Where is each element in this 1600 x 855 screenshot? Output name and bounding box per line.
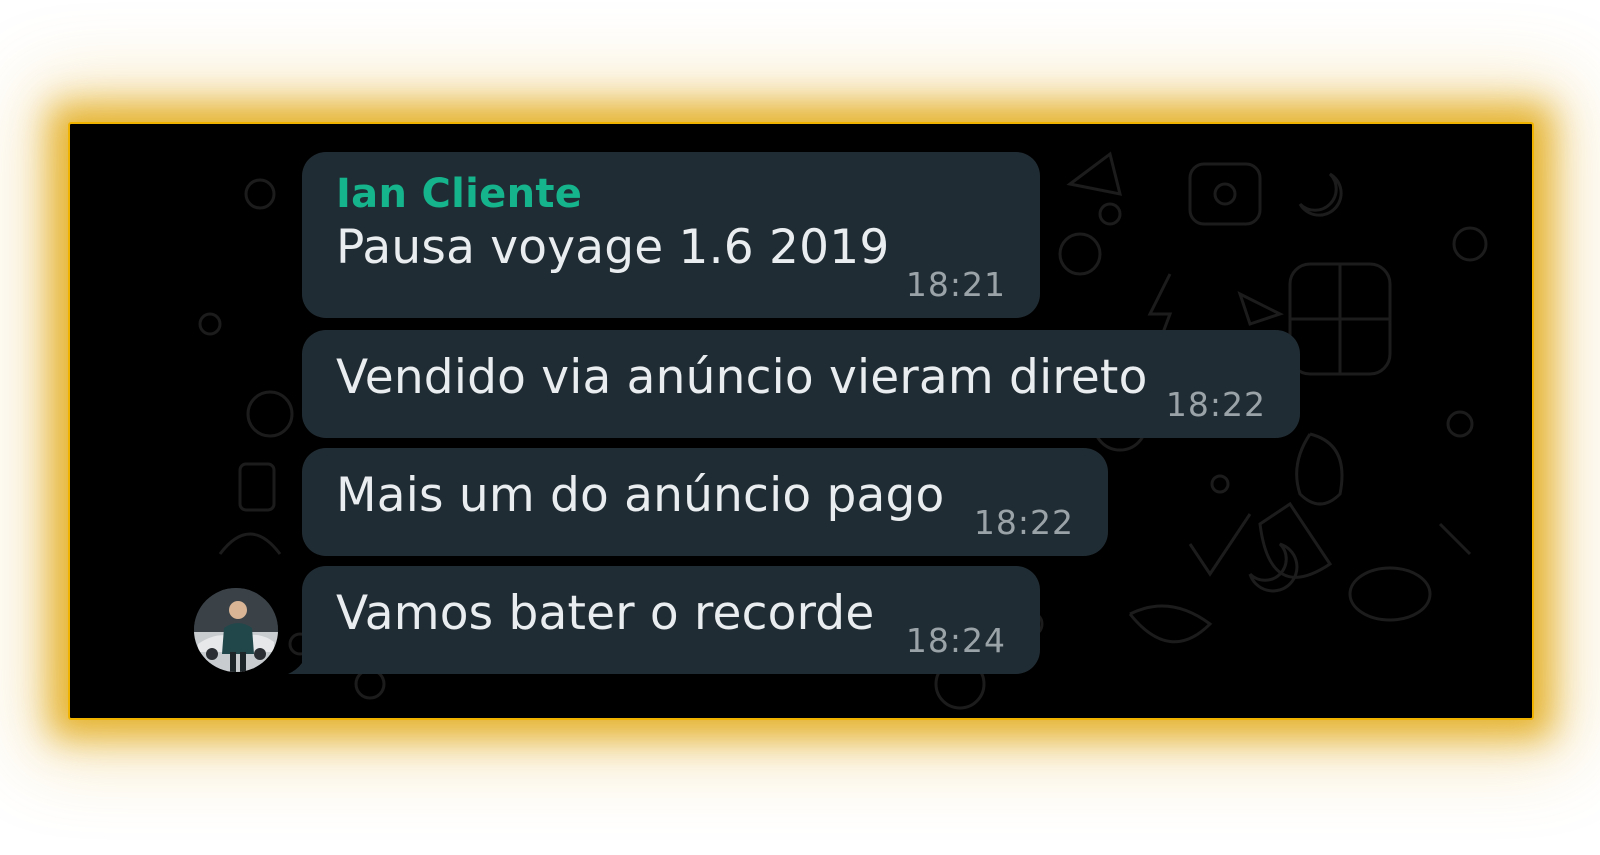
message-timestamp: 18:22 xyxy=(973,503,1074,542)
message-text: Pausa voyage 1.6 2019 xyxy=(336,220,890,275)
message-timestamp: 18:24 xyxy=(905,621,1006,660)
message-bubble[interactable]: Ian Cliente Pausa voyage 1.6 2019 18:21 xyxy=(302,152,1040,318)
chat-window: Ian Cliente Pausa voyage 1.6 2019 18:21 … xyxy=(68,122,1534,720)
message-text: Vamos bater o recorde xyxy=(336,586,875,641)
user-photo-avatar-icon xyxy=(194,588,278,672)
message-text: Vendido via anúncio vieram direto xyxy=(336,350,1148,405)
stage: Ian Cliente Pausa voyage 1.6 2019 18:21 … xyxy=(0,0,1600,855)
contact-avatar[interactable] xyxy=(194,588,278,672)
message-timestamp: 18:21 xyxy=(905,265,1006,304)
bubble-tail xyxy=(288,646,316,674)
sender-name[interactable]: Ian Cliente xyxy=(336,170,1006,218)
message-text: Mais um do anúncio pago xyxy=(336,468,945,523)
message-bubble[interactable]: Vendido via anúncio vieram direto 18:22 xyxy=(302,330,1300,438)
message-timestamp: 18:22 xyxy=(1165,385,1266,424)
message-bubble[interactable]: Mais um do anúncio pago 18:22 xyxy=(302,448,1108,556)
message-bubble[interactable]: Vamos bater o recorde 18:24 xyxy=(288,566,1040,674)
